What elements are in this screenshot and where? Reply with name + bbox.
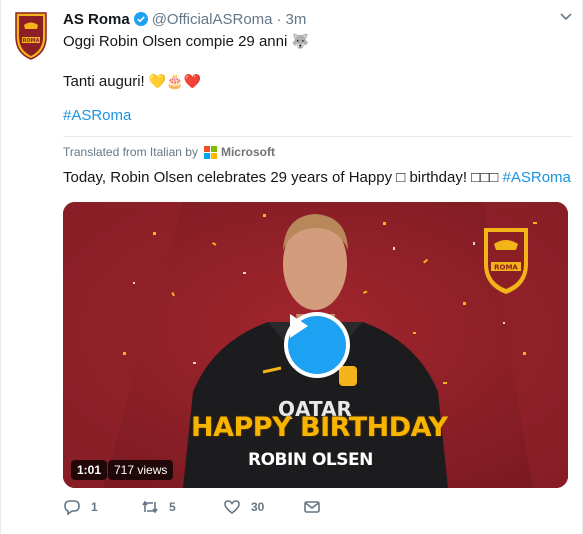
play-icon	[290, 314, 308, 338]
heart-icon	[224, 500, 240, 514]
retweet-icon	[142, 500, 158, 514]
translated-text: Today, Robin Olsen celebrates 29 years o…	[63, 168, 571, 188]
happy-birthday-headline: HAPPY BIRTHDAY	[191, 412, 448, 443]
tweet-line-1-text: Oggi Robin Olsen compie 29 anni	[63, 33, 288, 50]
separator-dot: ·	[276, 10, 282, 28]
as-roma-crest-icon: ROMA	[15, 12, 47, 60]
verified-badge-icon	[133, 12, 148, 26]
translated-text-body: Today, Robin Olsen celebrates 29 years o…	[63, 169, 499, 186]
chevron-down-icon[interactable]	[560, 12, 572, 22]
reply-count: 1	[91, 500, 98, 514]
video-duration: 1:01	[71, 460, 108, 480]
tweet-line-1: Oggi Robin Olsen compie 29 anni 🐺	[63, 32, 573, 52]
translated-from-label: Translated from Italian by Microsoft	[63, 145, 275, 159]
like-button[interactable]: 30	[223, 498, 264, 516]
tweet-header: AS Roma @OfficialASRoma · 3m	[63, 8, 573, 30]
tweet[interactable]: ROMA AS Roma @OfficialASRoma · 3m Oggi R…	[0, 0, 583, 534]
svg-text:ROMA: ROMA	[23, 38, 40, 44]
like-count: 30	[251, 500, 265, 514]
tweet-timestamp[interactable]: 3m	[286, 11, 307, 28]
reply-icon	[64, 500, 80, 516]
author-handle[interactable]: @OfficialASRoma	[152, 11, 273, 28]
player-name-caption: ROBIN OLSEN	[248, 450, 373, 470]
translated-from-text: Translated from Italian by	[63, 145, 198, 159]
tweet-line-2: Tanti auguri! 💛🎂❤️	[63, 72, 573, 92]
as-roma-avatar[interactable]: ROMA	[12, 11, 50, 61]
play-button[interactable]	[284, 312, 350, 378]
author-name[interactable]: AS Roma	[63, 11, 130, 28]
microsoft-logo-icon	[203, 145, 217, 159]
wolf-emoji: 🐺	[291, 34, 309, 50]
retweet-button[interactable]: 5	[141, 498, 176, 516]
envelope-icon	[304, 501, 320, 513]
translation-divider	[63, 136, 573, 137]
translated-hashtag-link[interactable]: #ASRoma	[503, 169, 571, 186]
badge-text: ROMA	[494, 264, 518, 272]
microsoft-label: Microsoft	[220, 145, 275, 159]
hearts-cake-emoji: 💛🎂❤️	[148, 74, 202, 90]
tweet-line-2-text: Tanti auguri!	[63, 73, 145, 90]
tweet-content: AS Roma @OfficialASRoma · 3m Oggi Robin …	[63, 8, 573, 126]
view-count: 717 views	[108, 460, 174, 480]
direct-message-button[interactable]	[303, 498, 321, 516]
video-player[interactable]: QATAR ROMA HAPPY BIRTHDAY ROBIN OLSEN 1:…	[63, 202, 568, 488]
retweet-count: 5	[169, 500, 176, 514]
hashtag-link[interactable]: #ASRoma	[63, 107, 131, 124]
reply-button[interactable]: 1	[63, 498, 98, 516]
tweet-hashtag-line: #ASRoma	[63, 106, 573, 126]
